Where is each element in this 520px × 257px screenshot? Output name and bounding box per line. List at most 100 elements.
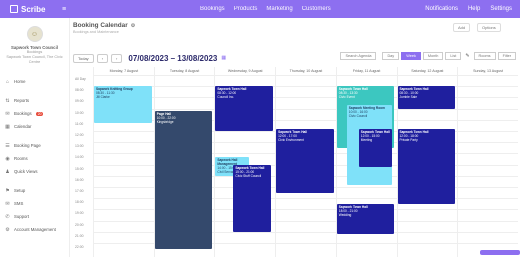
hour-gridline xyxy=(93,75,518,76)
week-calendar-grid: Monday, 7 August Tuesday, 8 August Wednesd… xyxy=(73,67,520,257)
time-label: 13:00 xyxy=(75,144,84,149)
time-label: 08:00 xyxy=(75,88,84,93)
topnav-bookings[interactable]: Bookings xyxy=(200,6,225,12)
sidebar-item-label: SMS xyxy=(14,201,24,206)
avatar[interactable]: ☺ xyxy=(26,26,43,42)
bookings-count-badge: 20 xyxy=(35,111,44,116)
notifications-link[interactable]: Notifications xyxy=(425,6,458,12)
top-bar: Scribe ≡ Bookings Products Marketing Cus… xyxy=(0,0,520,18)
time-label: 15:00 xyxy=(75,166,84,171)
event-customer: Civic Event xyxy=(338,95,355,100)
sidebar-sms-icon: ✉ xyxy=(5,200,10,207)
sidebar-item-label: Quick Views xyxy=(14,169,38,174)
view-day-button[interactable]: Day xyxy=(382,52,400,60)
app-logo[interactable]: Scribe xyxy=(0,5,62,14)
sidebar-item-label: Calendar xyxy=(14,124,32,129)
calendar-event[interactable]: Sapwork Town Hall 12:00 - 15:00 Meeting xyxy=(358,128,393,167)
sidebar-item-setup[interactable]: ⚑ Setup xyxy=(0,184,69,197)
calendar-event[interactable]: Sapwork Town Hall 15:00 - 21:00 Civic Stuf… xyxy=(233,164,272,232)
sidebar-item-sms[interactable]: ✉ SMS xyxy=(0,197,69,210)
calendar-toolbar: Today ‹ › 07/08/2023 – 13/08/2023 ▦ Sear… xyxy=(73,52,520,64)
sidebar-item-bookings[interactable]: ✉ Bookings 20 xyxy=(0,107,69,120)
view-month-button[interactable]: Month xyxy=(422,52,444,60)
time-label: 09:00 xyxy=(75,99,84,104)
sidebar-item-label: Bookings xyxy=(14,111,32,116)
time-label: 14:00 xyxy=(75,155,84,160)
next-week-button[interactable]: › xyxy=(111,53,123,63)
time-label: 18:00 xyxy=(75,200,84,205)
sidebar-item-calendar[interactable]: ▦ Calendar xyxy=(0,120,69,133)
rooms-button[interactable]: Rooms xyxy=(473,52,496,60)
add-button[interactable]: Add xyxy=(453,23,471,32)
options-button[interactable]: Options xyxy=(477,23,501,32)
sidebar-booking-page-icon: ☰ xyxy=(5,142,10,149)
edit-pencil-icon[interactable]: ✎ xyxy=(465,53,469,59)
topnav-customers[interactable]: Customers xyxy=(302,6,331,12)
time-label: 17:00 xyxy=(75,189,84,193)
event-customer: Jumble Sale xyxy=(399,95,418,100)
event-customer: Council Inc. xyxy=(217,95,235,100)
menu-toggle-icon[interactable]: ≡ xyxy=(62,6,80,13)
app-name: Scribe xyxy=(21,4,46,14)
time-label: 10:00 xyxy=(75,110,84,115)
top-right-menu: Notifications Help Settings xyxy=(425,6,520,12)
date-range: 07/08/2023 – 13/08/2023 xyxy=(128,53,218,63)
sidebar-item-label: Rooms xyxy=(14,156,28,161)
day-header[interactable]: Thursday, 10 August xyxy=(275,67,336,75)
sidebar-item-label: Reports xyxy=(14,98,30,103)
time-label: 16:00 xyxy=(75,177,84,182)
sidebar-item-label: Account Management xyxy=(14,227,56,232)
day-header[interactable]: Tuesday, 8 August xyxy=(153,67,215,75)
sidebar-item-home[interactable]: ⌂ Home xyxy=(0,75,69,88)
prev-week-button[interactable]: ‹ xyxy=(96,53,109,63)
calendar-event[interactable]: Sapwork Knitting Group 08:30 - 11:30 Jill … xyxy=(94,86,152,124)
calendar-event[interactable]: Sapwork Town Hall 08:30 - 12:00 Council In… xyxy=(215,86,274,131)
time-label: 19:00 xyxy=(75,211,84,216)
sidebar-nav: ⌂ Home ⇅ Reports ✉ Bookings 20 ▦ Calendar ☰ Bookin… xyxy=(0,75,69,236)
filter-button[interactable]: Filter xyxy=(497,52,516,60)
sidebar-reports-icon: ⇅ xyxy=(5,97,10,104)
sidebar-calendar-icon: ▦ xyxy=(5,123,10,130)
help-link[interactable]: Help xyxy=(468,6,480,12)
day-header[interactable]: Wednesday, 9 August xyxy=(214,67,275,75)
settings-gear-icon[interactable]: ⚙ xyxy=(131,23,135,29)
time-label: All Day xyxy=(75,77,86,81)
page-title-text: Booking Calendar xyxy=(73,22,128,29)
sidebar-item-account-management[interactable]: ⚙ Account Management xyxy=(0,223,69,236)
view-list-button[interactable]: List xyxy=(445,52,462,60)
topnav-marketing[interactable]: Marketing xyxy=(266,6,292,12)
settings-link[interactable]: Settings xyxy=(490,6,512,12)
sidebar-item-booking-page[interactable]: ☰ Booking Page xyxy=(0,139,69,152)
event-customer: Civic Stuff Council xyxy=(235,173,262,178)
scrollbar[interactable] xyxy=(480,250,520,255)
day-header[interactable]: Saturday, 12 August xyxy=(396,67,458,75)
day-header[interactable]: Monday, 7 August xyxy=(93,67,154,75)
logo-icon xyxy=(10,5,18,13)
sidebar-item-support[interactable]: ✆ Support xyxy=(0,210,69,223)
event-customer: Kingsbridge xyxy=(156,119,174,124)
calendar-event[interactable]: Sapwork Town Hall 12:00 - 17:00 Civic Envi… xyxy=(276,128,334,193)
sidebar-quick-views-icon: ♟ xyxy=(5,168,10,175)
calendar-event[interactable]: Sapwork Town Hall 12:00 - 18:00 Private Pa… xyxy=(397,128,456,204)
search-agenda-input[interactable]: Search Agenda xyxy=(340,52,377,60)
calendar-event[interactable]: Sapwork Town Hall 18:00 - 21:00 Wedding xyxy=(336,203,395,235)
sidebar-bookings-icon: ✉ xyxy=(5,110,10,117)
calendar-event[interactable]: Sapwork Town Hall 08:30 - 10:00 Jumble Sal… xyxy=(397,86,456,109)
sidebar: ☺ Sapwork Town Council Bookings Sapwork … xyxy=(0,18,70,257)
sidebar-item-quick-views[interactable]: ♟ Quick Views xyxy=(0,165,69,178)
sidebar-setup-icon: ⚑ xyxy=(5,187,10,194)
calendar-picker-icon[interactable]: ▦ xyxy=(221,55,226,61)
view-controls: Search Agenda Day Week Month List ✎ Room… xyxy=(340,52,516,60)
sidebar-account-management-icon: ⚙ xyxy=(5,226,10,233)
sidebar-item-reports[interactable]: ⇅ Reports xyxy=(0,94,69,107)
event-customer: Wedding xyxy=(338,212,352,217)
calendar-event[interactable]: Page Hall 10:00 - 22:00 Kingsbridge xyxy=(154,110,213,249)
view-week-button[interactable]: Week xyxy=(401,52,421,60)
main-content: Booking Calendar ⚙ Bookings and Maintena… xyxy=(73,22,520,63)
day-header[interactable]: Sunday, 13 August xyxy=(457,67,518,75)
topnav-products[interactable]: Products xyxy=(234,6,258,12)
day-column-divider xyxy=(457,75,459,257)
sidebar-item-rooms[interactable]: ◉ Rooms xyxy=(0,152,69,165)
today-button[interactable]: Today xyxy=(73,53,94,63)
day-header[interactable]: Friday, 11 August xyxy=(335,67,397,75)
